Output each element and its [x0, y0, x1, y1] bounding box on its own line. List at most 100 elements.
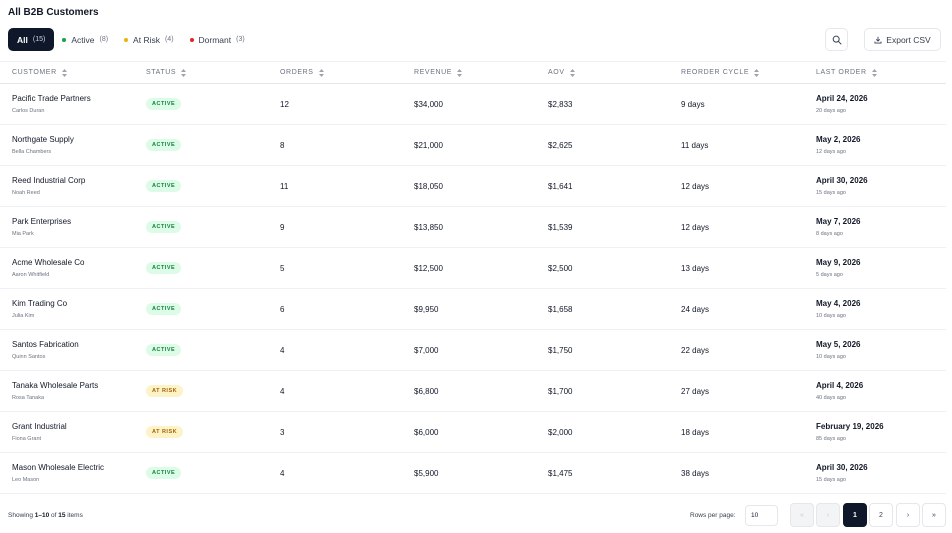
showing-range: 1–10: [34, 512, 50, 519]
customer-name[interactable]: Pacific Trade Partners: [12, 94, 91, 103]
reorder-cycle-cell: 11 days: [681, 140, 709, 150]
aov-cell: $2,000: [548, 427, 573, 437]
page-1-button[interactable]: 1: [843, 503, 867, 527]
sort-icon: [61, 68, 67, 77]
first-page-button[interactable]: «: [790, 503, 814, 527]
sort-icon: [318, 68, 324, 77]
last-order-cell: April 4, 2026 40 days ago: [816, 381, 863, 401]
column-header-status[interactable]: STATUS: [146, 68, 187, 77]
aov-cell: $1,641: [548, 181, 573, 191]
last-order-relative: 15 days ago: [816, 190, 846, 196]
reorder-cycle-cell: 9 days: [681, 99, 705, 109]
status-cell: ACTIVE: [146, 180, 182, 192]
customer-contact: Leo Mason: [12, 477, 40, 483]
aov-cell: $2,500: [548, 263, 573, 273]
last-order-relative: 5 days ago: [816, 272, 843, 278]
customer-name[interactable]: Mason Wholesale Electric: [12, 463, 104, 472]
customer-name[interactable]: Park Enterprises: [12, 217, 71, 226]
table-header: CUSTOMER STATUS ORDERS REVENUE AOV REORDER CY…: [0, 61, 946, 84]
table-row[interactable]: Reed Industrial Corp Noah Reed ACTIVE 11 $18…: [0, 166, 946, 207]
last-order-relative: 12 days ago: [816, 149, 846, 155]
showing-of: of: [49, 512, 59, 519]
orders-cell: 4: [280, 468, 285, 478]
customer-name[interactable]: Kim Trading Co: [12, 299, 67, 308]
page-title: All B2B Customers: [8, 7, 99, 18]
customer-cell: Park Enterprises Mia Park: [12, 217, 71, 237]
column-header-label: REORDER CYCLE: [681, 69, 750, 76]
customer-contact: Julia Kim: [12, 313, 35, 319]
showing-suffix: items: [65, 512, 83, 519]
customer-name[interactable]: Reed Industrial Corp: [12, 176, 85, 185]
filter-tab-dormant[interactable]: Dormant (3): [182, 28, 253, 51]
status-badge: AT RISK: [146, 426, 184, 438]
column-header-orders[interactable]: ORDERS: [280, 68, 324, 77]
status-badge: ACTIVE: [146, 221, 182, 233]
customer-name[interactable]: Acme Wholesale Co: [12, 258, 84, 267]
revenue-cell: $34,000: [414, 99, 443, 109]
sort-icon: [569, 68, 575, 77]
last-order-relative: 15 days ago: [816, 477, 846, 483]
last-order-date: April 24, 2026: [816, 94, 868, 103]
download-icon: [874, 36, 882, 43]
filter-tab-label: Active: [71, 34, 95, 45]
table-row[interactable]: Tanaka Wholesale Parts Rosa Tanaka AT RISK…: [0, 371, 946, 412]
orders-cell: 8: [280, 140, 285, 150]
reorder-cycle-cell: 12 days: [681, 222, 710, 232]
customer-name[interactable]: Grant Industrial: [12, 422, 67, 431]
filter-tab-label: At Risk: [133, 34, 160, 45]
status-cell: ACTIVE: [146, 467, 182, 479]
customer-cell: Northgate Supply Bella Chambers: [12, 135, 74, 155]
reorder-cycle-cell: 12 days: [681, 181, 710, 191]
export-csv-button[interactable]: Export CSV: [864, 28, 941, 51]
table-row[interactable]: Northgate Supply Bella Chambers ACTIVE 8 $21…: [0, 125, 946, 166]
last-order-relative: 40 days ago: [816, 395, 846, 401]
next-page-button[interactable]: ›: [896, 503, 920, 527]
table-row[interactable]: Acme Wholesale Co Aaron Whitfield ACTIVE 5 $…: [0, 248, 946, 289]
customer-contact: Mia Park: [12, 231, 34, 237]
orders-cell: 12: [280, 99, 289, 109]
column-header-reorder-cycle[interactable]: REORDER CYCLE: [681, 68, 760, 77]
filter-tab-active[interactable]: Active (8): [54, 28, 116, 51]
customer-name[interactable]: Northgate Supply: [12, 135, 74, 144]
status-badge: ACTIVE: [146, 139, 182, 151]
column-header-customer[interactable]: CUSTOMER: [12, 68, 67, 77]
sort-icon: [871, 68, 877, 77]
customer-name[interactable]: Santos Fabrication: [12, 340, 79, 349]
last-order-date: May 9, 2026: [816, 258, 861, 267]
customer-cell: Pacific Trade Partners Carlos Duran: [12, 94, 91, 114]
last-order-cell: February 19, 2026 85 days ago: [816, 422, 884, 442]
table-row[interactable]: Grant Industrial Fiona Grant AT RISK 3 $6,00…: [0, 412, 946, 453]
customer-contact: Fiona Grant: [12, 436, 42, 442]
last-order-cell: April 24, 2026 20 days ago: [816, 94, 868, 114]
table-row[interactable]: Santos Fabrication Quinn Santos ACTIVE 4 $7,…: [0, 330, 946, 371]
customer-name[interactable]: Tanaka Wholesale Parts: [12, 381, 98, 390]
table-row[interactable]: Mason Wholesale Electric Leo Mason ACTIVE 4…: [0, 453, 946, 494]
last-order-date: February 19, 2026: [816, 422, 884, 431]
prev-page-button[interactable]: ‹: [816, 503, 840, 527]
orders-cell: 5: [280, 263, 285, 273]
table-row[interactable]: Pacific Trade Partners Carlos Duran ACTIVE…: [0, 84, 946, 125]
page-2-button[interactable]: 2: [869, 503, 893, 527]
last-order-cell: April 30, 2026 15 days ago: [816, 176, 868, 196]
table-row[interactable]: Park Enterprises Mia Park ACTIVE 9 $13,850 $1…: [0, 207, 946, 248]
last-order-relative: 85 days ago: [816, 436, 846, 442]
status-filter-tabs: All (15) Active (8) At Risk (4) Dormant (3): [8, 28, 253, 51]
sort-icon: [181, 68, 187, 77]
rows-per-page-select[interactable]: 10: [745, 505, 778, 526]
filter-tab-all[interactable]: All (15): [8, 28, 55, 51]
customer-cell: Tanaka Wholesale Parts Rosa Tanaka: [12, 381, 98, 401]
column-header-last-order[interactable]: LAST ORDER: [816, 68, 877, 77]
search-button[interactable]: [825, 28, 848, 51]
column-header-revenue[interactable]: REVENUE: [414, 68, 463, 77]
filter-tab-at-risk[interactable]: At Risk (4): [116, 28, 181, 51]
reorder-cycle-cell: 38 days: [681, 468, 710, 478]
last-page-button[interactable]: »: [922, 503, 946, 527]
customer-cell: Reed Industrial Corp Noah Reed: [12, 176, 85, 196]
last-order-relative: 10 days ago: [816, 313, 846, 319]
last-order-cell: May 9, 2026 5 days ago: [816, 258, 860, 278]
orders-cell: 11: [280, 181, 289, 191]
last-order-cell: May 4, 2026 10 days ago: [816, 299, 860, 319]
aov-cell: $2,833: [548, 99, 573, 109]
table-row[interactable]: Kim Trading Co Julia Kim ACTIVE 6 $9,950 $1,6…: [0, 289, 946, 330]
column-header-aov[interactable]: AOV: [548, 68, 575, 77]
